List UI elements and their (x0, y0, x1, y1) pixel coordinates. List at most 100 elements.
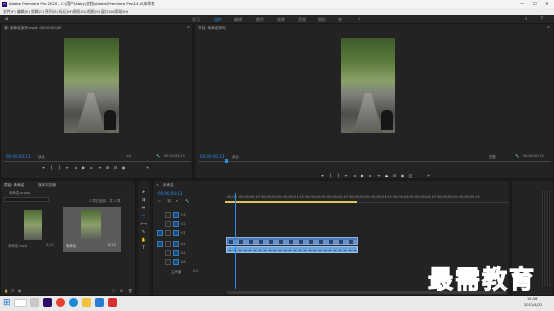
audio-clip-a1[interactable] (226, 246, 358, 253)
edge-taskbar-icon[interactable] (69, 298, 78, 307)
timeline-timecode[interactable]: 00;00;00;13 (158, 191, 182, 196)
minimize-icon[interactable]: — (520, 0, 524, 8)
program-marker-icon[interactable]: ▾ (320, 173, 325, 178)
share-icon[interactable]: ⇪ (540, 16, 544, 21)
home-icon[interactable]: ⌂ (5, 16, 8, 22)
menu-window[interactable]: 窗口(W) (101, 8, 115, 15)
track-lock-v3[interactable] (165, 212, 171, 218)
program-playhead-marker[interactable] (225, 159, 228, 163)
source-fit-select[interactable]: 适合 (38, 154, 45, 159)
track-target-a2[interactable] (173, 250, 179, 256)
slip-tool-icon[interactable]: ⟷ (141, 221, 147, 226)
menu-edit[interactable]: 编辑(E) (17, 8, 30, 15)
lift-icon[interactable]: ⏏ (384, 173, 389, 178)
program-play-icon[interactable]: ▶ (360, 173, 365, 178)
menu-file[interactable]: 文件(F) (3, 8, 16, 15)
pen-tool-icon[interactable]: ✎ (141, 229, 146, 234)
track-lock-a3[interactable] (165, 259, 171, 265)
mark-out-icon[interactable]: } (57, 165, 62, 170)
insert-icon[interactable]: ⊞ (105, 165, 110, 170)
master-volume-value[interactable]: 0.0 (193, 269, 198, 273)
source-ratio-select[interactable]: 1/2 (126, 154, 131, 158)
step-back-icon[interactable]: ◂ (73, 165, 78, 170)
menu-clip[interactable]: 剪辑(C) (31, 8, 44, 15)
track-target-v3[interactable] (173, 212, 179, 218)
track-lock-a2[interactable] (165, 250, 171, 256)
program-go-to-out-icon[interactable]: ⇥ (376, 173, 381, 178)
camera-icon[interactable]: ◉ (121, 165, 126, 170)
type-tool-icon[interactable]: T (141, 245, 146, 250)
source-scrub-bar[interactable] (4, 161, 191, 162)
menu-view[interactable]: 视图(V) (87, 8, 100, 15)
timeline-close-icon[interactable]: ✕ (156, 183, 159, 187)
program-mark-in-icon[interactable]: { (328, 173, 333, 178)
workspace-effects[interactable]: 效果 (277, 17, 285, 23)
hand-tool-icon[interactable]: ✋ (141, 237, 146, 242)
app-taskbar-icon[interactable] (95, 298, 104, 307)
menu-marker[interactable]: 标记(M) (59, 8, 73, 15)
track-target-a3[interactable] (173, 259, 179, 265)
program-ratio-select[interactable]: 完整 (489, 154, 496, 159)
trash-icon[interactable]: 🗑 (128, 289, 132, 293)
work-area-bar[interactable] (225, 201, 357, 203)
taskbar-date[interactable]: 2021/4/22 (524, 303, 542, 307)
app2-taskbar-icon[interactable] (108, 298, 117, 307)
program-panel-menu-icon[interactable]: ≡ (547, 25, 550, 29)
program-fit-select[interactable]: 适合 (232, 154, 239, 159)
project-item-sequence[interactable]: 未命名 0;13 (63, 207, 121, 252)
list-view-icon[interactable]: ☰ (11, 289, 14, 293)
add-marker-icon[interactable]: ▾ (176, 199, 178, 203)
program-wrench-icon[interactable]: 🔧 (515, 154, 519, 158)
step-forward-icon[interactable]: ▸ (89, 165, 94, 170)
extract-icon[interactable]: ⊟ (392, 173, 397, 178)
selection-tool-icon[interactable]: ➤ (141, 189, 146, 194)
track-select-tool-icon[interactable]: ⇶ (141, 197, 146, 202)
menu-graphics[interactable]: 图形(G) (73, 8, 87, 15)
workspace-graphics[interactable]: 图形 (318, 17, 326, 23)
menu-sequence[interactable]: 序列(S) (45, 8, 58, 15)
premiere-taskbar-icon[interactable] (43, 298, 52, 307)
track-lock-a1[interactable] (165, 241, 171, 247)
track-lock-v1[interactable] (165, 230, 171, 236)
new-item-icon[interactable]: ⊞ (120, 289, 123, 293)
explorer-taskbar-icon[interactable] (82, 298, 91, 307)
program-step-forward-icon[interactable]: ▸ (368, 173, 373, 178)
media-browser-tab[interactable]: 媒体浏览器 (38, 183, 56, 188)
program-add-button-icon[interactable]: + (426, 173, 431, 178)
program-step-back-icon[interactable]: ◂ (352, 173, 357, 178)
workspace-menu-icon[interactable]: » (358, 16, 360, 21)
lock-icon[interactable]: 🔒 (4, 289, 8, 293)
new-bin-icon[interactable]: ▢ (112, 289, 115, 293)
add-button-icon[interactable]: + (145, 165, 150, 170)
source-patch-v1[interactable] (157, 230, 163, 236)
program-scrub-bar[interactable] (198, 161, 551, 162)
chrome-taskbar-icon[interactable] (56, 298, 65, 307)
workspace-learn[interactable]: 学习 (192, 17, 200, 23)
ripple-edit-tool-icon[interactable]: ⇹ (141, 205, 146, 210)
snap-icon[interactable]: ⊂ (158, 199, 161, 203)
go-to-out-icon[interactable]: ⇥ (97, 165, 102, 170)
close-icon[interactable]: ✕ (545, 0, 549, 8)
wrench-icon[interactable]: 🔧 (156, 154, 160, 158)
project-search-input[interactable] (4, 197, 49, 202)
taskbar-time[interactable]: 15:36 (527, 297, 537, 301)
overwrite-icon[interactable]: ⊟ (113, 165, 118, 170)
icon-view-icon[interactable]: ▦ (18, 289, 21, 293)
workspace-assembly[interactable]: 组件 (214, 17, 222, 23)
track-target-v2[interactable] (173, 221, 179, 227)
menu-help[interactable]: 帮助(H) (115, 8, 128, 15)
comparison-icon[interactable]: ◫ (408, 173, 413, 178)
panel-menu-icon[interactable]: ≡ (187, 25, 190, 29)
project-item-clip[interactable]: 未命名.mp4 0;13 (4, 207, 59, 252)
play-icon[interactable]: ▶ (81, 165, 86, 170)
program-camera-icon[interactable]: ◉ (400, 173, 405, 178)
project-tab[interactable]: 项目: 未命名 (4, 183, 24, 188)
workspace-audio[interactable]: 音频 (298, 17, 306, 23)
search-icon[interactable]: ⌕ (525, 16, 528, 22)
playhead-line[interactable] (235, 193, 236, 289)
marker-icon[interactable]: ▾ (41, 165, 46, 170)
maximize-icon[interactable]: ☐ (533, 0, 537, 8)
program-go-to-in-icon[interactable]: ⇤ (344, 173, 349, 178)
program-timecode[interactable]: 00;00;00;13 (200, 154, 224, 159)
track-target-a1[interactable] (173, 241, 179, 247)
